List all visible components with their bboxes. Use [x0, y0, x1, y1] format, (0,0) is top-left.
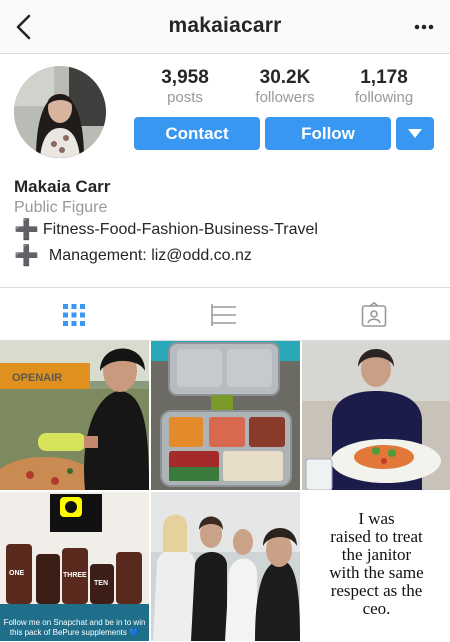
post-thumbnail[interactable]: I was raised to treat the janitor with t… [302, 492, 450, 641]
post-thumbnail[interactable] [302, 341, 450, 490]
post-thumbnail[interactable]: OPENAIR [0, 341, 149, 490]
stat-posts[interactable]: 3,958 posts [140, 67, 230, 107]
jar-label: TEN [94, 580, 108, 587]
followers-label: followers [255, 89, 315, 106]
suggested-dropdown-button[interactable] [396, 117, 434, 150]
follow-button[interactable]: Follow [265, 117, 391, 150]
post-thumbnail[interactable] [151, 492, 300, 641]
bio-text: Fitness-Food-Fashion-Business-Travel [42, 221, 318, 238]
tab-list-view[interactable] [211, 302, 237, 328]
quote-post: I was raised to treat the janitor with t… [302, 492, 450, 641]
jar-label: ONE [9, 570, 25, 577]
profile-username: makaiacarr [168, 14, 282, 37]
plus-icon: ➕ [14, 219, 39, 241]
list-icon [211, 304, 236, 326]
tab-grid-view[interactable] [61, 302, 87, 328]
grid-icon [63, 304, 85, 326]
contact-button[interactable]: Contact [134, 117, 260, 150]
posts-grid: OPENAIR ONE THREE TEN Follow me on Snapc… [0, 341, 450, 642]
quote-line: the janitor [341, 545, 412, 564]
stat-following[interactable]: 1,178 following [339, 67, 429, 107]
quote-line: with the same [329, 563, 424, 582]
posts-count: 3,958 [161, 67, 209, 88]
triangle-down-icon [408, 129, 422, 138]
profile-avatar[interactable] [14, 66, 106, 158]
ellipsis-icon [414, 24, 434, 30]
top-bar: makaiacarr [0, 0, 450, 54]
followers-count: 30.2K [259, 67, 311, 88]
bio-line: ➕ Management: liz@odd.co.nz [14, 245, 252, 267]
bio-line: ➕ Fitness-Food-Fashion-Business-Travel [14, 219, 318, 241]
tagged-icon [361, 301, 387, 327]
quote-line: respect as the [330, 581, 423, 600]
following-count: 1,178 [360, 67, 408, 88]
following-label: following [354, 89, 414, 106]
more-options-button[interactable] [410, 14, 438, 40]
plus-icon: ➕ [14, 245, 39, 267]
post-thumbnail[interactable]: ONE THREE TEN Follow me on Snapchat and … [0, 492, 149, 641]
quote-line: I was [358, 509, 395, 528]
post-caption: Follow me on Snapchat and be in to win t… [3, 618, 146, 637]
tab-tagged-photos[interactable] [361, 301, 387, 328]
profile-name: Makaia Carr [14, 177, 111, 196]
quote-line: raised to treat [330, 527, 423, 546]
stat-followers[interactable]: 30.2K followers [240, 67, 330, 107]
posts-label: posts [167, 89, 203, 106]
profile-category: Public Figure [14, 199, 108, 216]
post-thumbnail[interactable] [151, 341, 300, 490]
svg-text:OPENAIR: OPENAIR [12, 372, 62, 384]
quote-line: ceo. [362, 599, 391, 618]
jar-label: THREE [63, 572, 87, 579]
profile-view-tabs [0, 287, 450, 341]
bio-text[interactable]: Management: liz@odd.co.nz [49, 247, 252, 265]
